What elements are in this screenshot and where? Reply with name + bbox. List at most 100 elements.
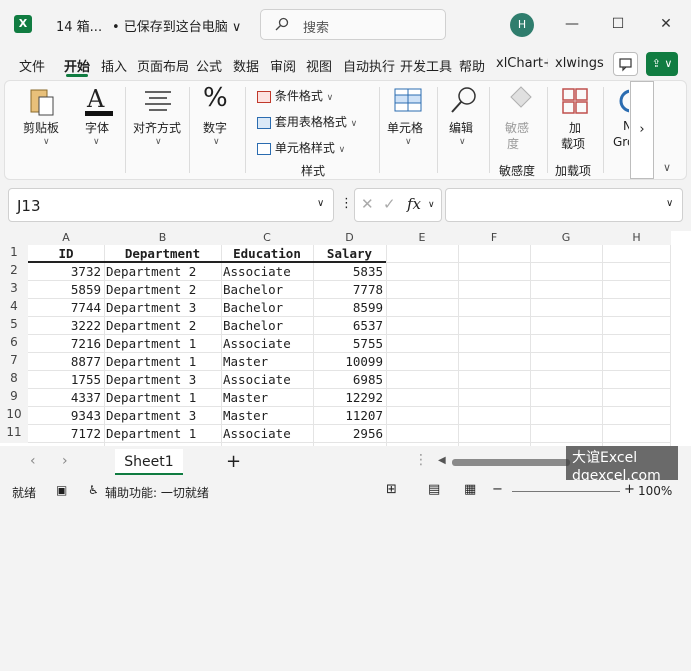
number-group[interactable]: % 数字 ∨ xyxy=(193,81,243,179)
table-cell[interactable]: 7744 xyxy=(28,299,104,317)
close-button[interactable]: ✕ xyxy=(654,12,678,36)
share-button[interactable]: ⇪ ∨ xyxy=(646,52,678,76)
row-header[interactable]: 10 xyxy=(0,407,28,425)
table-cell[interactable]: 6537 xyxy=(313,317,386,335)
tab-help[interactable]: 帮助 xyxy=(459,56,485,75)
scroll-left-icon[interactable]: ‹ xyxy=(30,453,36,469)
table-cell[interactable]: Associate xyxy=(221,425,313,443)
hscroll-left-icon[interactable]: ◀ xyxy=(438,455,446,466)
table-cell[interactable]: Associate xyxy=(221,371,313,389)
tab-review[interactable]: 审阅 xyxy=(270,56,296,75)
clipboard-group[interactable]: 剪贴板 ∨ xyxy=(13,81,73,179)
row-header[interactable]: 1 xyxy=(0,245,28,263)
insert-function-icon[interactable]: fx xyxy=(407,195,421,213)
row-header[interactable]: 6 xyxy=(0,335,28,353)
horizontal-scrollbar-thumb[interactable] xyxy=(452,459,570,466)
conditional-format-button[interactable]: 条件格式 ∨ xyxy=(257,87,333,104)
zoom-in-icon[interactable]: + xyxy=(624,482,635,497)
cell-styles-button[interactable]: 单元格样式 ∨ xyxy=(257,139,345,156)
cells-group[interactable]: 单元格 ∨ xyxy=(383,81,433,179)
row-header[interactable]: 9 xyxy=(0,389,28,407)
table-cell[interactable]: Department 1 xyxy=(104,353,221,371)
save-status[interactable]: • 已保存到这台电脑 ∨ xyxy=(112,16,241,35)
table-cell[interactable]: Bachelor xyxy=(221,299,313,317)
avatar[interactable]: H xyxy=(510,13,534,37)
zoom-out-icon[interactable]: − xyxy=(492,482,503,497)
column-header[interactable]: A xyxy=(28,231,104,245)
ribbon-scroll-right[interactable]: › xyxy=(630,81,654,179)
header-cell[interactable]: ID xyxy=(28,245,104,263)
table-cell[interactable]: 7778 xyxy=(313,281,386,299)
table-cell[interactable]: 9343 xyxy=(28,407,104,425)
row-header[interactable]: 5 xyxy=(0,317,28,335)
table-cell[interactable]: Department 3 xyxy=(104,371,221,389)
normal-view-icon[interactable]: ⊞ xyxy=(386,482,397,497)
table-cell[interactable]: Department 2 xyxy=(104,317,221,335)
column-header[interactable]: B xyxy=(104,231,221,245)
table-cell[interactable]: 5755 xyxy=(313,335,386,353)
row-header[interactable]: 4 xyxy=(0,299,28,317)
alignment-group[interactable]: 对齐方式 ∨ xyxy=(129,81,189,179)
minimize-button[interactable]: — xyxy=(560,12,584,36)
tab-insert[interactable]: 插入 xyxy=(101,56,127,75)
table-cell[interactable]: Department 3 xyxy=(104,407,221,425)
maximize-button[interactable]: ☐ xyxy=(606,12,630,36)
scroll-right-icon[interactable]: › xyxy=(62,453,68,469)
table-cell[interactable]: 5859 xyxy=(28,281,104,299)
tab-xlchart[interactable]: xlChart+ xyxy=(496,56,548,71)
addins-group[interactable]: 加 载项 加载项 xyxy=(551,81,601,179)
column-header[interactable]: D xyxy=(313,231,386,245)
table-cell[interactable]: 7216 xyxy=(28,335,104,353)
table-cell[interactable]: Master xyxy=(221,407,313,425)
table-cell[interactable]: 12292 xyxy=(313,389,386,407)
table-cell[interactable]: 1755 xyxy=(28,371,104,389)
macro-record-icon[interactable]: ▣ xyxy=(56,483,67,497)
table-cell[interactable]: Associate xyxy=(221,263,313,281)
tab-automate[interactable]: 自动执行 xyxy=(343,56,395,75)
more-options-icon[interactable]: ⋮ xyxy=(340,196,353,211)
table-cell[interactable]: Bachelor xyxy=(221,317,313,335)
table-cell[interactable]: Department 1 xyxy=(104,335,221,353)
table-cell[interactable]: Associate xyxy=(221,335,313,353)
comments-button[interactable] xyxy=(613,52,638,76)
confirm-icon[interactable]: ✓ xyxy=(383,195,396,213)
tab-home[interactable]: 开始 xyxy=(64,56,90,75)
table-cell[interactable]: Bachelor xyxy=(221,281,313,299)
select-all-corner[interactable] xyxy=(0,231,28,245)
tab-developer[interactable]: 开发工具 xyxy=(400,56,452,75)
format-as-table-button[interactable]: 套用表格格式 ∨ xyxy=(257,113,357,130)
search-box[interactable]: 搜索 xyxy=(260,9,446,40)
table-cell[interactable]: 7172 xyxy=(28,425,104,443)
zoom-slider[interactable] xyxy=(512,491,620,492)
table-cell[interactable]: 6985 xyxy=(313,371,386,389)
table-cell[interactable]: Master xyxy=(221,353,313,371)
accessibility-icon[interactable]: ♿ xyxy=(88,483,99,497)
add-sheet-button[interactable]: + xyxy=(226,451,241,472)
cancel-icon[interactable]: ✕ xyxy=(361,195,374,213)
table-cell[interactable]: Master xyxy=(221,389,313,407)
table-cell[interactable]: 3732 xyxy=(28,263,104,281)
document-title[interactable]: 14 箱... xyxy=(56,16,102,35)
formula-input[interactable]: ∨ xyxy=(445,188,683,222)
column-header[interactable]: C xyxy=(221,231,313,245)
table-cell[interactable]: 10099 xyxy=(313,353,386,371)
editing-group[interactable]: 编辑 ∨ xyxy=(441,81,485,179)
tab-file[interactable]: 文件 xyxy=(19,56,45,75)
vertical-scrollbar[interactable] xyxy=(676,476,683,671)
page-layout-view-icon[interactable]: ▤ xyxy=(428,482,440,497)
name-box[interactable]: J13 ∨ xyxy=(8,188,334,222)
worksheet-grid[interactable]: A B C D E F G H 1 ID Department Education Sa… xyxy=(0,231,691,502)
header-cell[interactable]: Education xyxy=(221,245,313,263)
ribbon-collapse-button[interactable]: ∨ xyxy=(663,161,671,174)
page-break-view-icon[interactable]: ▦ xyxy=(464,482,476,497)
row-header[interactable]: 7 xyxy=(0,353,28,371)
table-cell[interactable]: 3222 xyxy=(28,317,104,335)
row-header[interactable]: 8 xyxy=(0,371,28,389)
table-cell[interactable]: Department 1 xyxy=(104,425,221,443)
column-header[interactable]: H xyxy=(602,231,671,245)
tab-xlwings[interactable]: xlwings xyxy=(555,56,604,71)
tab-view[interactable]: 视图 xyxy=(306,56,332,75)
column-header[interactable]: G xyxy=(530,231,602,245)
tab-page-layout[interactable]: 页面布局 xyxy=(137,56,189,75)
table-cell[interactable]: 8877 xyxy=(28,353,104,371)
